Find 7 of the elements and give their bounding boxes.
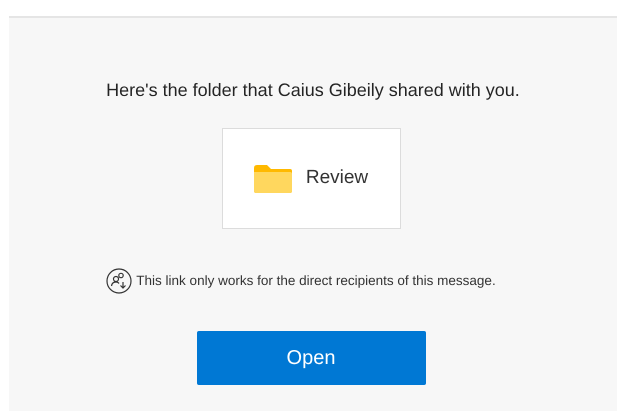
- people-icon: [106, 268, 132, 294]
- folder-icon: [254, 164, 292, 192]
- share-message: Here's the folder that Caius Gibeily shared with you.: [106, 79, 520, 102]
- notice-text: This link only works for the direct recipients of this message.: [136, 272, 496, 290]
- folder-name: Review: [306, 166, 368, 190]
- folder-card[interactable]: Review: [222, 128, 400, 229]
- open-button[interactable]: Open: [196, 331, 426, 385]
